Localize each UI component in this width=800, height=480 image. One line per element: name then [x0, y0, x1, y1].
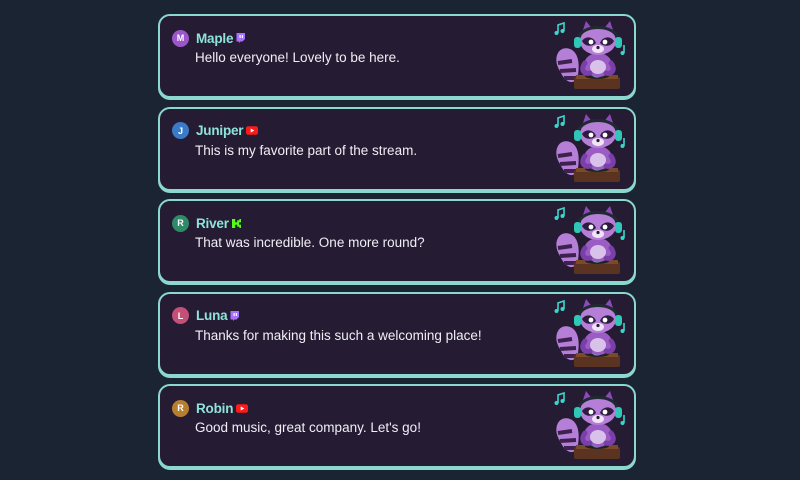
chat-message-list: M Maple Hello everyone! Lovely to be her… [158, 14, 636, 477]
avatar: R [172, 214, 189, 232]
youtube-icon [246, 126, 259, 135]
message-text: Thanks for making this such a welcoming … [195, 327, 482, 343]
raccoon-dj-icon [552, 389, 628, 465]
avatar: M [172, 29, 189, 47]
message-text: Hello everyone! Lovely to be here. [195, 50, 400, 65]
username: River [196, 215, 229, 231]
kick-icon [231, 218, 241, 228]
chat-message-card: M Maple Hello everyone! Lovely to be her… [158, 14, 636, 98]
chat-message-card: L Luna Thanks for making this such a wel… [158, 291, 636, 376]
raccoon-dj-icon [552, 297, 628, 373]
message-header: J Juniper [172, 121, 259, 141]
avatar: R [172, 399, 189, 417]
message-text: This is my favorite part of the stream. [195, 142, 418, 158]
message-header: L Luna [172, 306, 240, 326]
message-text: That was incredible. One more round? [195, 235, 425, 250]
twitch-icon [230, 310, 240, 321]
youtube-icon [236, 403, 249, 413]
username: Maple [196, 30, 234, 46]
avatar: J [172, 122, 189, 139]
raccoon-dj-icon [552, 204, 628, 280]
username: Juniper [196, 123, 244, 138]
message-header: R River [172, 213, 241, 233]
username: Robin [196, 400, 234, 416]
message-header: M Maple [172, 28, 246, 48]
message-text: Good music, great company. Let's go! [195, 420, 421, 435]
username: Luna [196, 308, 228, 323]
chat-message-card: R Robin Good music, great company. Let's… [158, 384, 636, 468]
message-header: R Robin [172, 398, 249, 418]
chat-message-card: J Juniper This is my favorite part of th… [158, 106, 636, 191]
avatar: L [172, 307, 189, 324]
raccoon-dj-icon [552, 19, 628, 95]
chat-message-card: R River That was incredible. One more ro… [158, 199, 636, 283]
raccoon-dj-icon [552, 112, 628, 188]
twitch-icon [236, 33, 246, 43]
